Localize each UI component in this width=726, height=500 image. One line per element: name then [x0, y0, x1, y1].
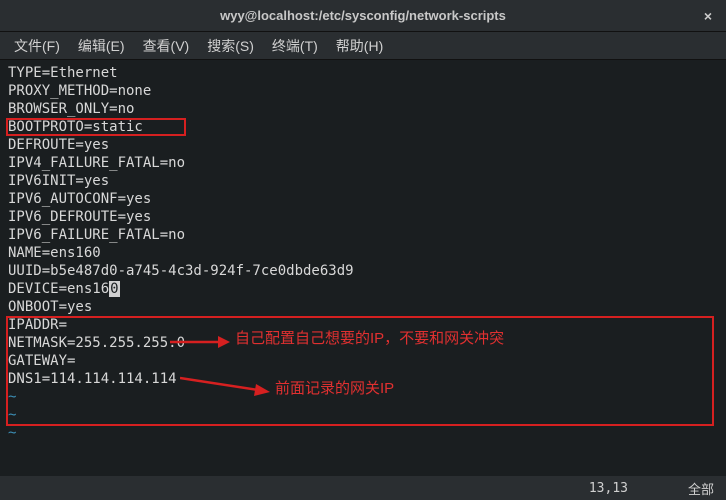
cursor-position: 13,13 — [589, 481, 628, 496]
config-line: DNS1=114.114.114.114 — [8, 370, 718, 388]
config-line: TYPE=Ethernet — [8, 64, 718, 82]
menu-search[interactable]: 搜索(S) — [201, 34, 260, 58]
menu-help[interactable]: 帮助(H) — [330, 34, 389, 58]
config-line: UUID=b5e487d0-a745-4c3d-924f-7ce0dbde63d… — [8, 262, 718, 280]
config-line: IPV6INIT=yes — [8, 172, 718, 190]
config-line: IPV6_DEFROUTE=yes — [8, 208, 718, 226]
scroll-status: 全部 — [688, 479, 714, 498]
menu-terminal[interactable]: 终端(T) — [266, 34, 324, 58]
redacted-ip — [67, 318, 147, 332]
menu-file[interactable]: 文件(F) — [8, 34, 66, 58]
close-icon[interactable]: × — [698, 6, 718, 26]
redacted-gateway — [75, 354, 155, 368]
menu-edit[interactable]: 编辑(E) — [72, 34, 131, 58]
config-line: PROXY_METHOD=none — [8, 82, 718, 100]
config-line-cursor: DEVICE=ens160 — [8, 280, 718, 298]
config-line: BOOTPROTO=static — [8, 118, 718, 136]
menu-bar: 文件(F) 编辑(E) 查看(V) 搜索(S) 终端(T) 帮助(H) — [0, 32, 726, 60]
config-line: DEFROUTE=yes — [8, 136, 718, 154]
vim-tilde: ~ — [8, 406, 718, 424]
config-line: IPV4_FAILURE_FATAL=no — [8, 154, 718, 172]
vim-tilde: ~ — [8, 388, 718, 406]
vim-tilde: ~ — [8, 424, 718, 442]
title-bar: wyy@localhost:/etc/sysconfig/network-scr… — [0, 0, 726, 32]
config-line: NETMASK=255.255.255.0 — [8, 334, 718, 352]
config-line: GATEWAY= — [8, 352, 718, 370]
config-line: IPV6_FAILURE_FATAL=no — [8, 226, 718, 244]
config-line: BROWSER_ONLY=no — [8, 100, 718, 118]
terminal-content[interactable]: TYPE=Ethernet PROXY_METHOD=none BROWSER_… — [0, 60, 726, 476]
config-line: NAME=ens160 — [8, 244, 718, 262]
config-line: IPV6_AUTOCONF=yes — [8, 190, 718, 208]
menu-view[interactable]: 查看(V) — [137, 34, 196, 58]
status-bar: 13,13 全部 — [0, 476, 726, 500]
config-line: IPADDR= — [8, 316, 718, 334]
config-line: ONBOOT=yes — [8, 298, 718, 316]
text-cursor: 0 — [109, 281, 119, 297]
window-title: wyy@localhost:/etc/sysconfig/network-scr… — [48, 8, 678, 23]
